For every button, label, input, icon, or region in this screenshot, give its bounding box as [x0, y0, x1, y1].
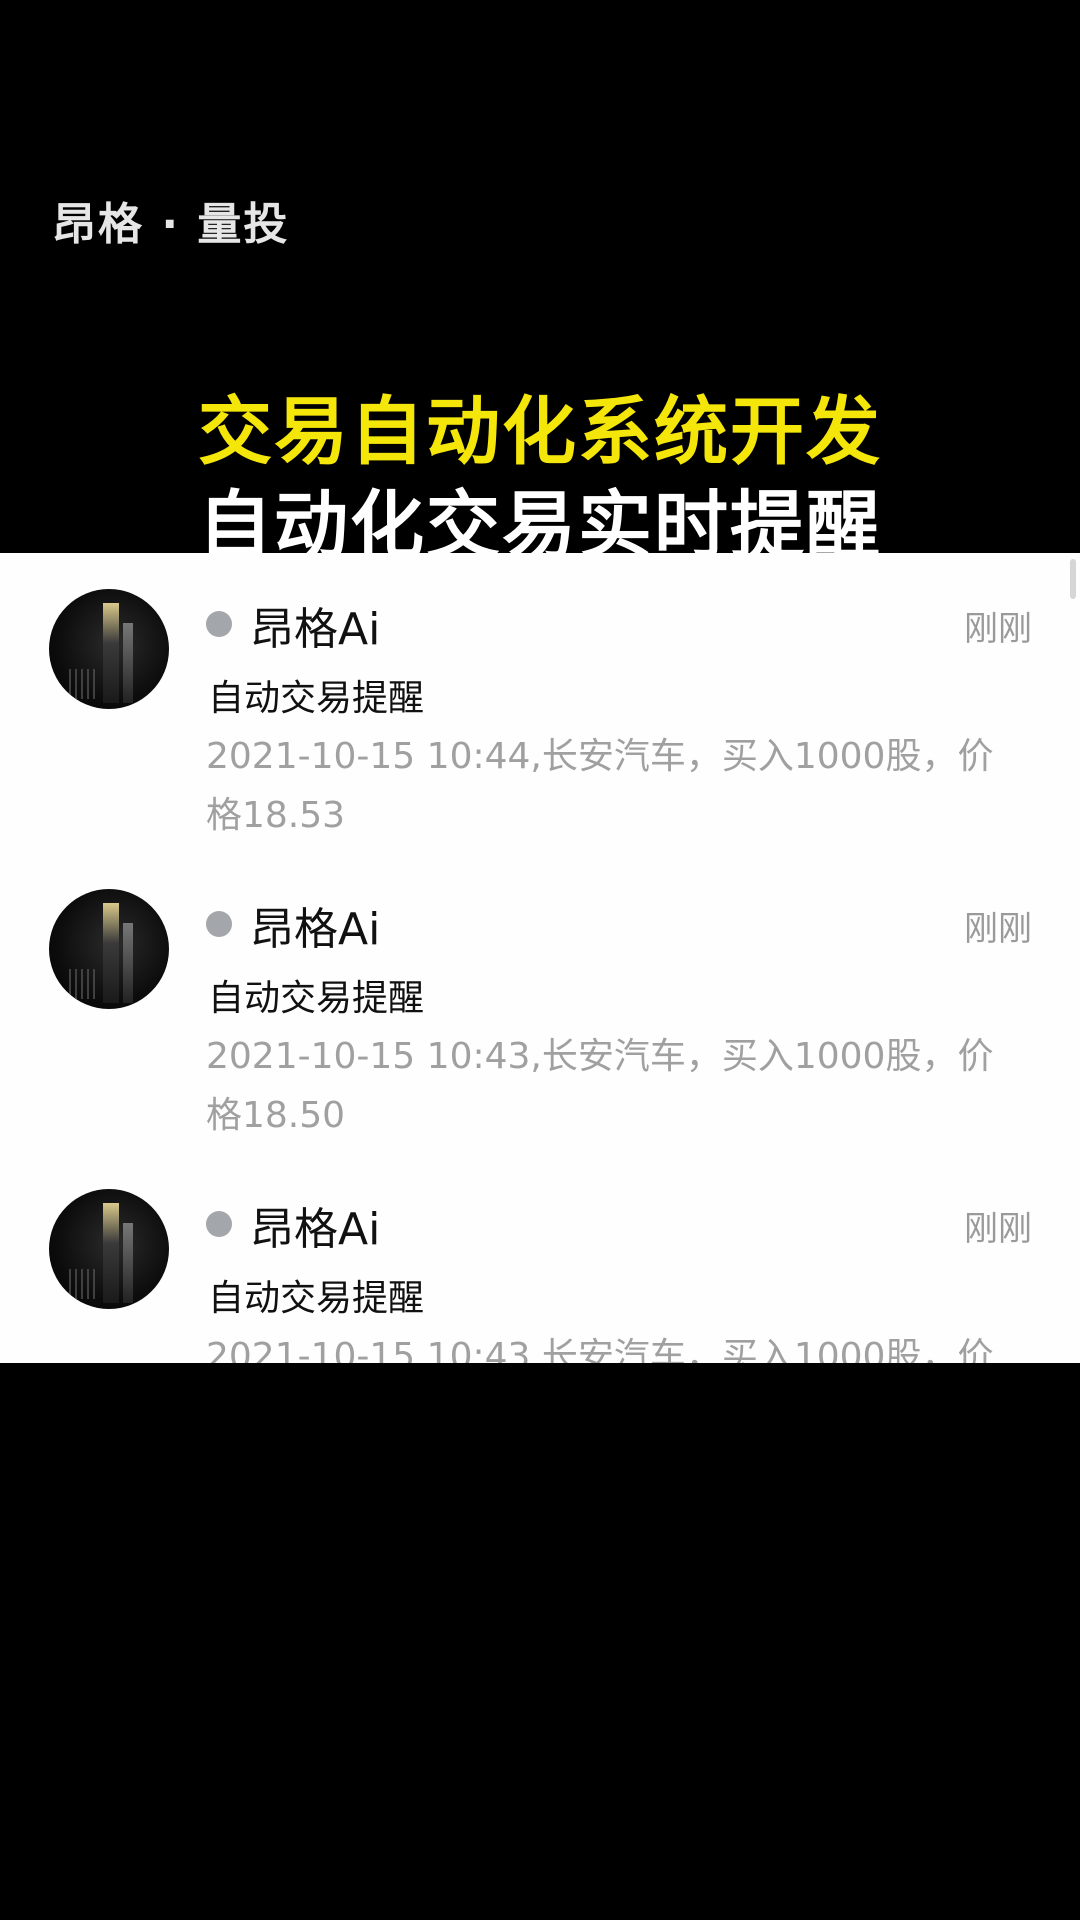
headline-primary: 交易自动化系统开发 — [198, 389, 882, 475]
notification-subject: 自动交易提醒 — [208, 978, 425, 1019]
timestamp: 刚刚 — [964, 1209, 1032, 1249]
tower-shape-secondary — [123, 623, 133, 703]
tower-shape-secondary — [123, 923, 133, 1003]
sender-name: 昂格Ai — [250, 1204, 381, 1255]
notification-subject: 自动交易提醒 — [208, 1278, 425, 1319]
notification-subject: 自动交易提醒 — [208, 678, 425, 719]
tower-shape — [103, 603, 119, 703]
notification-body: 2021-10-15 10:43,长安汽车，买入1000股，价格18.50 — [206, 1036, 994, 1136]
notification-list[interactable]: 昂格Ai 刚刚 自动交易提醒 2021-10-15 10:44,长安汽车，买入1… — [0, 553, 1080, 1363]
timestamp: 刚刚 — [964, 909, 1032, 949]
tower-shape — [103, 1203, 119, 1303]
city-lights — [69, 1269, 99, 1299]
city-lights — [69, 969, 99, 999]
notification-item[interactable]: 昂格Ai 刚刚 自动交易提醒 2021-10-15 10:43,长安汽车，买入1… — [0, 871, 1080, 1171]
sender-name: 昂格Ai — [250, 904, 381, 955]
avatar — [49, 889, 169, 1009]
status-dot-icon — [206, 1211, 232, 1237]
notification-body: 2021-10-15 10:43,长安汽车，买入1000股，价 — [206, 1336, 994, 1363]
avatar — [49, 1189, 169, 1309]
brand-title: 昂格 · 量投 — [52, 199, 290, 250]
timestamp: 刚刚 — [964, 609, 1032, 649]
city-lights — [69, 669, 99, 699]
avatar — [49, 589, 169, 709]
tower-shape-secondary — [123, 1223, 133, 1303]
status-dot-icon — [206, 911, 232, 937]
notification-item[interactable]: 昂格Ai 刚刚 自动交易提醒 2021-10-15 10:44,长安汽车，买入1… — [0, 571, 1080, 871]
tower-shape — [103, 903, 119, 1003]
notification-body: 2021-10-15 10:44,长安汽车，买入1000股，价格18.53 — [206, 736, 994, 836]
sender-name: 昂格Ai — [250, 604, 381, 655]
status-dot-icon — [206, 611, 232, 637]
notification-item[interactable]: 昂格Ai 刚刚 自动交易提醒 2021-10-15 10:43,长安汽车，买入1… — [0, 1171, 1080, 1363]
